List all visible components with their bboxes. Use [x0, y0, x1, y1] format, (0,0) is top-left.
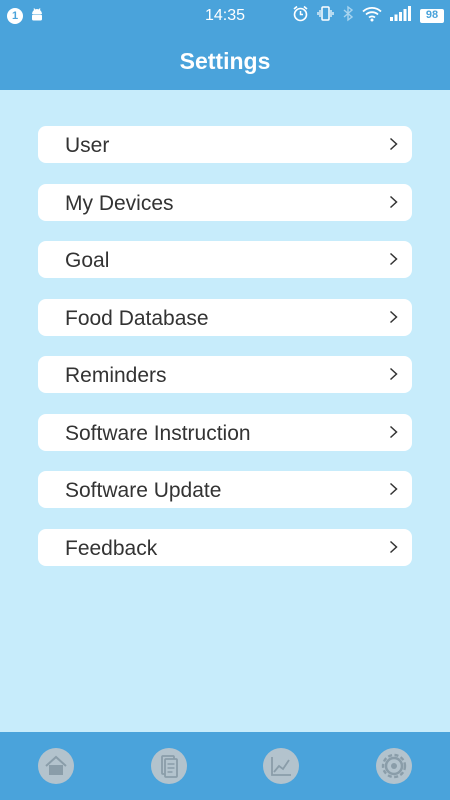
app-bar: Settings [0, 32, 450, 90]
wifi-icon [362, 6, 382, 27]
menu-item-goal[interactable]: Goal [38, 241, 412, 278]
menu-item-label: My Devices [65, 191, 174, 215]
chevron-right-icon [389, 540, 398, 559]
chevron-right-icon [389, 367, 398, 386]
menu-item-reminders[interactable]: Reminders [38, 356, 412, 393]
nav-records-button[interactable] [151, 748, 187, 784]
bottom-nav [0, 732, 450, 800]
menu-item-label: Reminders [65, 364, 167, 387]
chevron-right-icon [389, 137, 398, 156]
page-title: Settings [179, 48, 271, 74]
menu-item-software-instruction[interactable]: Software Instruction [38, 413, 412, 451]
menu-item-label: Food Database [65, 306, 209, 330]
nav-home-button[interactable] [38, 748, 74, 784]
menu-item-feedback[interactable]: Feedback [38, 528, 412, 566]
nav-charts-button[interactable] [263, 748, 299, 784]
vibrate-icon [317, 5, 334, 27]
menu-item-software-update[interactable]: Software Update [38, 471, 412, 508]
menu-item-user[interactable]: User [38, 126, 412, 163]
menu-item-label: Software Update [65, 479, 222, 502]
nav-settings-button[interactable] [376, 748, 412, 784]
settings-menu: User My Devices Goal Food Database Remin… [38, 126, 412, 586]
battery-icon: 98 [420, 9, 444, 23]
signal-icon [390, 6, 412, 26]
bluetooth-icon [342, 5, 354, 27]
chevron-right-icon [389, 482, 398, 501]
chevron-right-icon [389, 310, 398, 329]
menu-item-label: Feedback [65, 536, 158, 560]
status-bar: 1 14:35 98 [0, 0, 450, 32]
chevron-right-icon [389, 425, 398, 444]
chevron-right-icon [389, 195, 398, 214]
menu-item-label: Software Instruction [65, 421, 251, 445]
chevron-right-icon [389, 252, 398, 271]
menu-item-label: Goal [65, 249, 110, 272]
menu-item-label: User [65, 134, 110, 157]
menu-item-food-database[interactable]: Food Database [38, 298, 412, 336]
menu-item-my-devices[interactable]: My Devices [38, 183, 412, 221]
status-icons: 98 [292, 5, 444, 27]
alarm-icon [292, 5, 309, 27]
